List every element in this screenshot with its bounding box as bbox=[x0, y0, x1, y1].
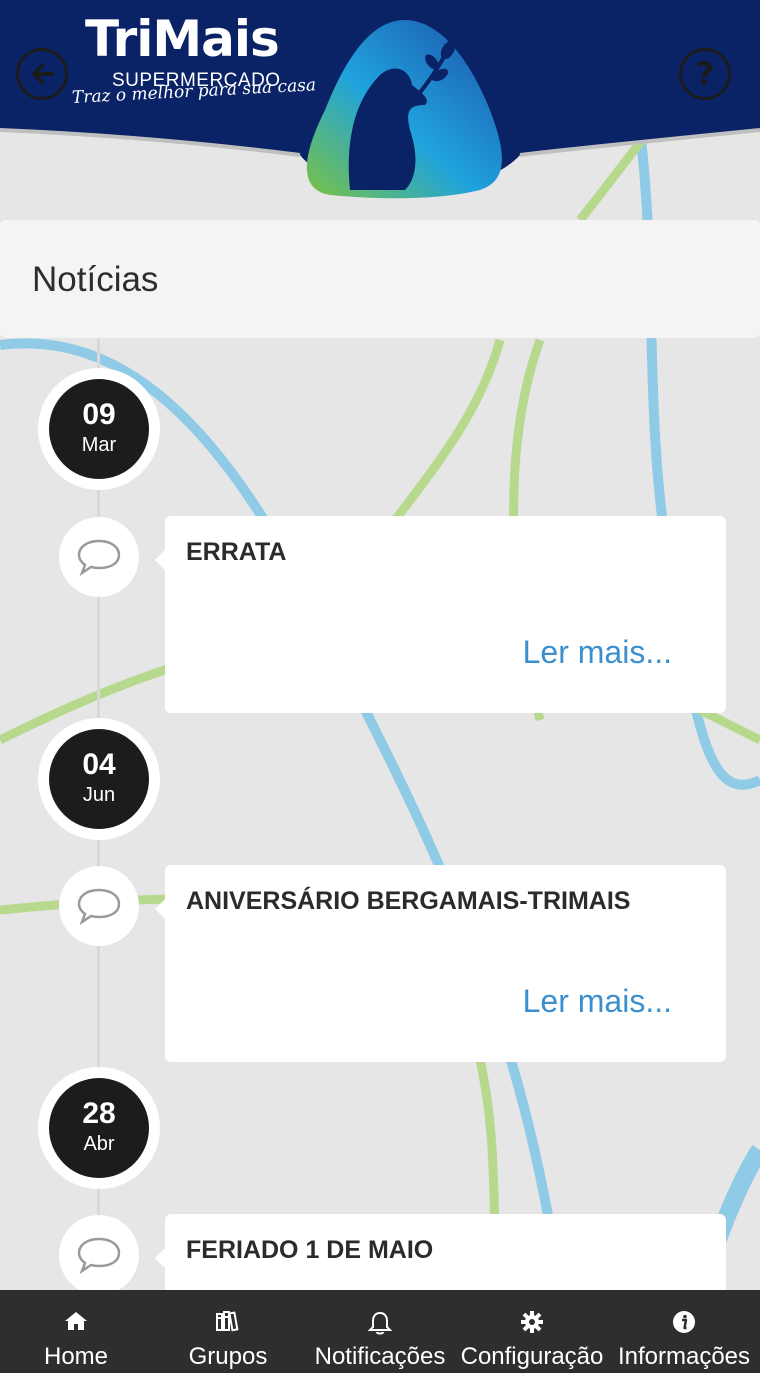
read-more-link[interactable]: Ler mais... bbox=[523, 634, 672, 671]
nav-label: Home bbox=[43, 1343, 109, 1370]
news-title: ERRATA bbox=[186, 538, 287, 566]
comment-circle bbox=[59, 517, 139, 597]
home-icon bbox=[65, 1312, 87, 1330]
gear-icon bbox=[521, 1311, 543, 1333]
read-more-link[interactable]: Ler mais... bbox=[523, 983, 672, 1020]
nav-label: Informações bbox=[617, 1343, 751, 1370]
help-icon: ? bbox=[695, 55, 715, 93]
news-timeline: 09 Mar ERRATA Ler mais... 04 Jun ANIVERS… bbox=[0, 338, 760, 1290]
nav-item-informacoes[interactable]: Informações bbox=[608, 1290, 760, 1373]
page-title: Notícias bbox=[32, 260, 159, 299]
date-month: Abr bbox=[83, 1133, 115, 1155]
news-title: ANIVERSÁRIO BERGAMAIS-TRIMAIS bbox=[186, 887, 631, 915]
back-button[interactable] bbox=[16, 48, 68, 100]
nav-item-home[interactable]: Home bbox=[0, 1290, 152, 1373]
comment-icon bbox=[77, 888, 121, 926]
nav-label: Configuração bbox=[460, 1343, 604, 1370]
news-card[interactable]: ERRATA Ler mais... bbox=[155, 516, 726, 713]
books-icon bbox=[216, 1311, 239, 1332]
date-month: Jun bbox=[82, 784, 116, 806]
date-badge: 09 Mar bbox=[38, 368, 160, 490]
nav-item-notificacoes[interactable]: Notificações bbox=[304, 1290, 456, 1373]
brand-title: TriMais bbox=[85, 10, 280, 68]
info-icon bbox=[673, 1311, 695, 1333]
help-button[interactable]: ? bbox=[679, 48, 731, 100]
news-card[interactable]: FERIADO 1 DE MAIO bbox=[155, 1214, 726, 1290]
comment-icon bbox=[77, 539, 121, 577]
date-badge: 04 Jun bbox=[38, 718, 160, 840]
nav-label: Grupos bbox=[188, 1343, 268, 1370]
arrow-left-icon bbox=[32, 64, 54, 84]
bell-icon bbox=[368, 1311, 392, 1335]
date-month: Mar bbox=[81, 434, 117, 456]
bottom-nav: Home Grupos Notificações Configuração In… bbox=[0, 1290, 760, 1373]
date-day: 28 bbox=[82, 1097, 116, 1130]
news-title: FERIADO 1 DE MAIO bbox=[186, 1236, 434, 1264]
news-card[interactable]: ANIVERSÁRIO BERGAMAIS-TRIMAIS Ler mais..… bbox=[155, 865, 726, 1062]
date-day: 04 bbox=[82, 748, 116, 781]
nav-label: Notificações bbox=[314, 1343, 446, 1370]
app-header: TriMais SUPERMERCADO Traz o melhor para … bbox=[0, 0, 760, 220]
comment-icon bbox=[77, 1237, 121, 1275]
nav-item-configuracao[interactable]: Configuração bbox=[456, 1290, 608, 1373]
comment-circle bbox=[59, 866, 139, 946]
date-day: 09 bbox=[82, 398, 116, 431]
comment-circle bbox=[59, 1215, 139, 1290]
date-badge: 28 Abr bbox=[38, 1067, 160, 1189]
nav-item-grupos[interactable]: Grupos bbox=[152, 1290, 304, 1373]
section-header: Notícias bbox=[0, 220, 760, 338]
